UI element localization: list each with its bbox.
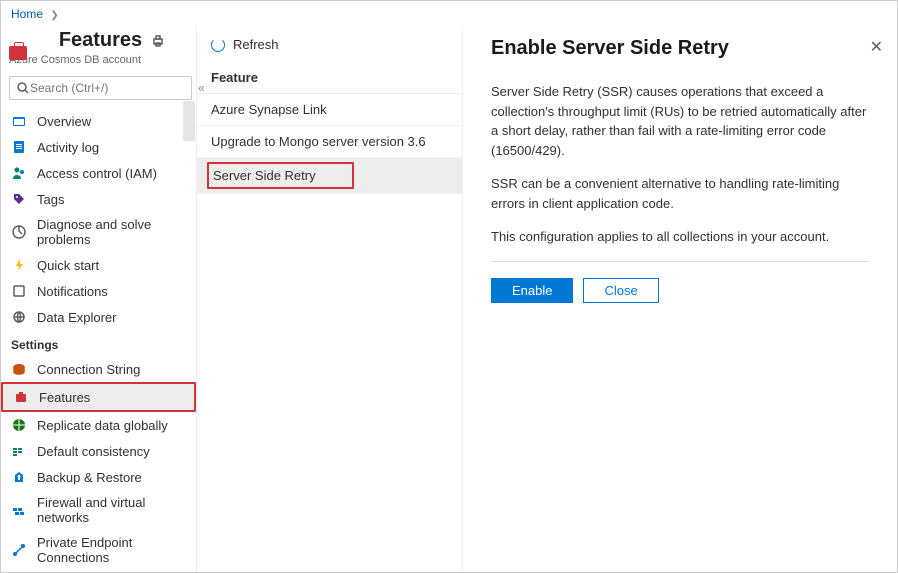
refresh-icon — [211, 38, 225, 52]
sidebar-item-overview[interactable]: Overview — [1, 108, 196, 134]
resource-type: Azure Cosmos DB account — [9, 54, 188, 66]
sidebar-item-label: Notifications — [37, 284, 108, 299]
sidebar-item-endpoint[interactable]: Private Endpoint Connections — [1, 530, 196, 570]
sidebar-item-notifications[interactable]: Notifications — [1, 278, 196, 304]
feature-row-label: Upgrade to Mongo server version 3.6 — [211, 134, 426, 149]
enable-button[interactable]: Enable — [491, 278, 573, 303]
sidebar-item-replicate[interactable]: Replicate data globally — [1, 412, 196, 438]
iam-icon — [11, 165, 27, 181]
feature-row[interactable]: Server Side Retry — [197, 158, 462, 194]
sidebar-item-iam[interactable]: Access control (IAM) — [1, 160, 196, 186]
firewall-icon — [11, 502, 27, 518]
sidebar-item-label: Private Endpoint Connections — [37, 535, 186, 565]
notifications-icon — [11, 283, 27, 299]
collapse-sidebar-icon[interactable]: « — [198, 81, 205, 95]
feature-row[interactable]: Upgrade to Mongo server version 3.6 — [197, 126, 462, 158]
panel-title: Enable Server Side Retry — [491, 37, 869, 60]
sidebar-item-label: Default consistency — [37, 444, 150, 459]
sidebar-item-label: Access control (IAM) — [37, 166, 157, 181]
chevron-right-icon: ❯ — [50, 10, 58, 21]
features-pane: Refresh Feature Azure Synapse Link Upgrad… — [197, 27, 462, 572]
breadcrumb-home[interactable]: Home — [11, 7, 43, 21]
backup-icon — [11, 469, 27, 485]
replicate-icon — [11, 417, 27, 433]
dataexplorer-icon — [11, 309, 27, 325]
sidebar-item-label: Features — [39, 390, 90, 405]
page-title: Features — [59, 29, 142, 52]
quickstart-icon — [11, 257, 27, 273]
sidebar-item-label: Tags — [37, 192, 64, 207]
sidebar-item-quickstart[interactable]: Quick start — [1, 252, 196, 278]
consistency-icon — [11, 443, 27, 459]
resource-icon — [9, 46, 27, 60]
tags-icon — [11, 191, 27, 207]
sidebar-item-diagnose[interactable]: Diagnose and solve problems — [1, 212, 196, 252]
sidebar-item-label: Connection String — [37, 362, 140, 377]
feature-row-label: Server Side Retry — [207, 162, 354, 189]
sidebar-item-dataexplorer[interactable]: Data Explorer — [1, 304, 196, 330]
feature-row[interactable]: Azure Synapse Link — [197, 94, 462, 126]
sidebar-item-backup[interactable]: Backup & Restore — [1, 464, 196, 490]
sidebar-item-label: Diagnose and solve problems — [37, 217, 186, 247]
detail-panel: ✕ Enable Server Side Retry Server Side R… — [462, 27, 897, 572]
refresh-button[interactable]: Refresh — [233, 37, 279, 52]
search-input-wrapper[interactable] — [9, 76, 192, 100]
panel-paragraph-3: This configuration applies to all collec… — [491, 227, 869, 247]
close-button[interactable]: Close — [583, 278, 658, 303]
sidebar-item-label: Data Explorer — [37, 310, 116, 325]
features-table: Feature Azure Synapse Link Upgrade to Mon… — [197, 62, 462, 194]
sidebar-item-activity[interactable]: Activity log — [1, 134, 196, 160]
sidebar-item-connection[interactable]: Connection String — [1, 356, 196, 382]
diagnose-icon — [11, 224, 27, 240]
feature-row-label: Azure Synapse Link — [211, 102, 327, 117]
sidebar-item-label: Activity log — [37, 140, 99, 155]
panel-divider — [491, 261, 869, 262]
connection-icon — [11, 361, 27, 377]
activity-icon — [11, 139, 27, 155]
search-input[interactable] — [30, 81, 185, 95]
sidebar-item-consistency[interactable]: Default consistency — [1, 438, 196, 464]
features-icon — [13, 389, 29, 405]
panel-paragraph-2: SSR can be a convenient alternative to h… — [491, 174, 869, 213]
panel-paragraph-1: Server Side Retry (SSR) causes operation… — [491, 82, 869, 160]
scrollbar-thumb[interactable] — [183, 101, 195, 141]
sidebar-item-firewall[interactable]: Firewall and virtual networks — [1, 490, 196, 530]
close-icon[interactable]: ✕ — [870, 37, 883, 57]
endpoint-icon — [11, 542, 27, 558]
print-icon[interactable] — [150, 33, 166, 49]
nav-section-settings: Settings — [1, 330, 196, 356]
search-icon — [16, 81, 30, 95]
sidebar-item-features[interactable]: Features — [1, 382, 196, 412]
sidebar-item-label: Backup & Restore — [37, 470, 142, 485]
breadcrumb: Home ❯ — [1, 1, 897, 27]
features-table-header: Feature — [197, 62, 462, 94]
sidebar-item-label: Overview — [37, 114, 91, 129]
overview-icon — [11, 113, 27, 129]
sidebar-item-label: Quick start — [37, 258, 99, 273]
sidebar-item-label: Replicate data globally — [37, 418, 168, 433]
sidebar-item-tags[interactable]: Tags — [1, 186, 196, 212]
sidebar: Features Azure Cosmos DB account « Overv… — [1, 27, 197, 572]
sidebar-item-label: Firewall and virtual networks — [37, 495, 186, 525]
sidebar-item-migration[interactable]: Data Migration — [1, 570, 196, 572]
